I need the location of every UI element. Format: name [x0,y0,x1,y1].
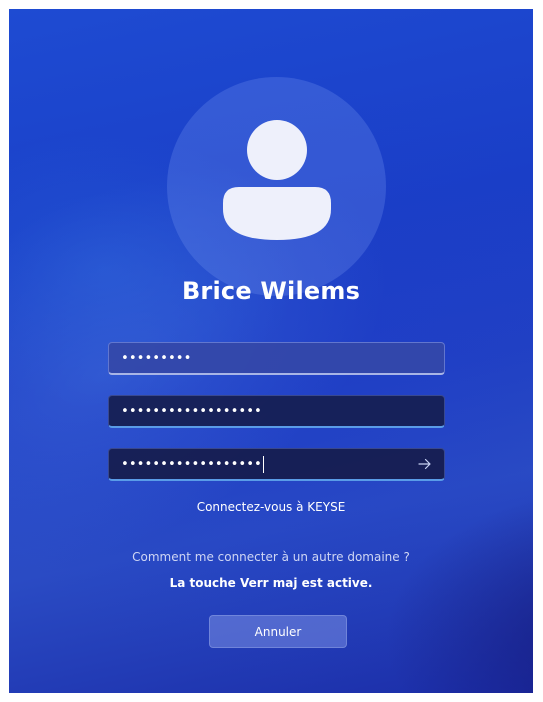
text-caret [262,455,264,473]
submit-arrow-button[interactable] [414,454,436,474]
user-avatar [167,77,386,296]
cancel-button[interactable]: Annuler [209,615,347,648]
confirm-password-field[interactable]: •••••••••••••••••• [108,448,445,481]
domain-connect-text: Connectez-vous à KEYSE [196,500,346,514]
lock-screen: Brice Wilems ••••••••• •••••••••••••••••… [9,9,533,693]
username-field-value: ••••••••• [121,350,192,366]
user-name: Brice Wilems [181,277,361,305]
arrow-right-icon [418,458,431,470]
username-field[interactable]: ••••••••• [108,342,445,375]
other-domain-link[interactable]: Comment me connecter à un autre domaine … [9,550,533,564]
capslock-warning: La touche Verr maj est active. [169,576,373,590]
password-field-value: •••••••••••••••••• [121,403,262,419]
password-field[interactable]: •••••••••••••••••• [108,395,445,428]
user-silhouette-icon [223,120,331,240]
confirm-password-field-value: •••••••••••••••••• [121,456,262,472]
